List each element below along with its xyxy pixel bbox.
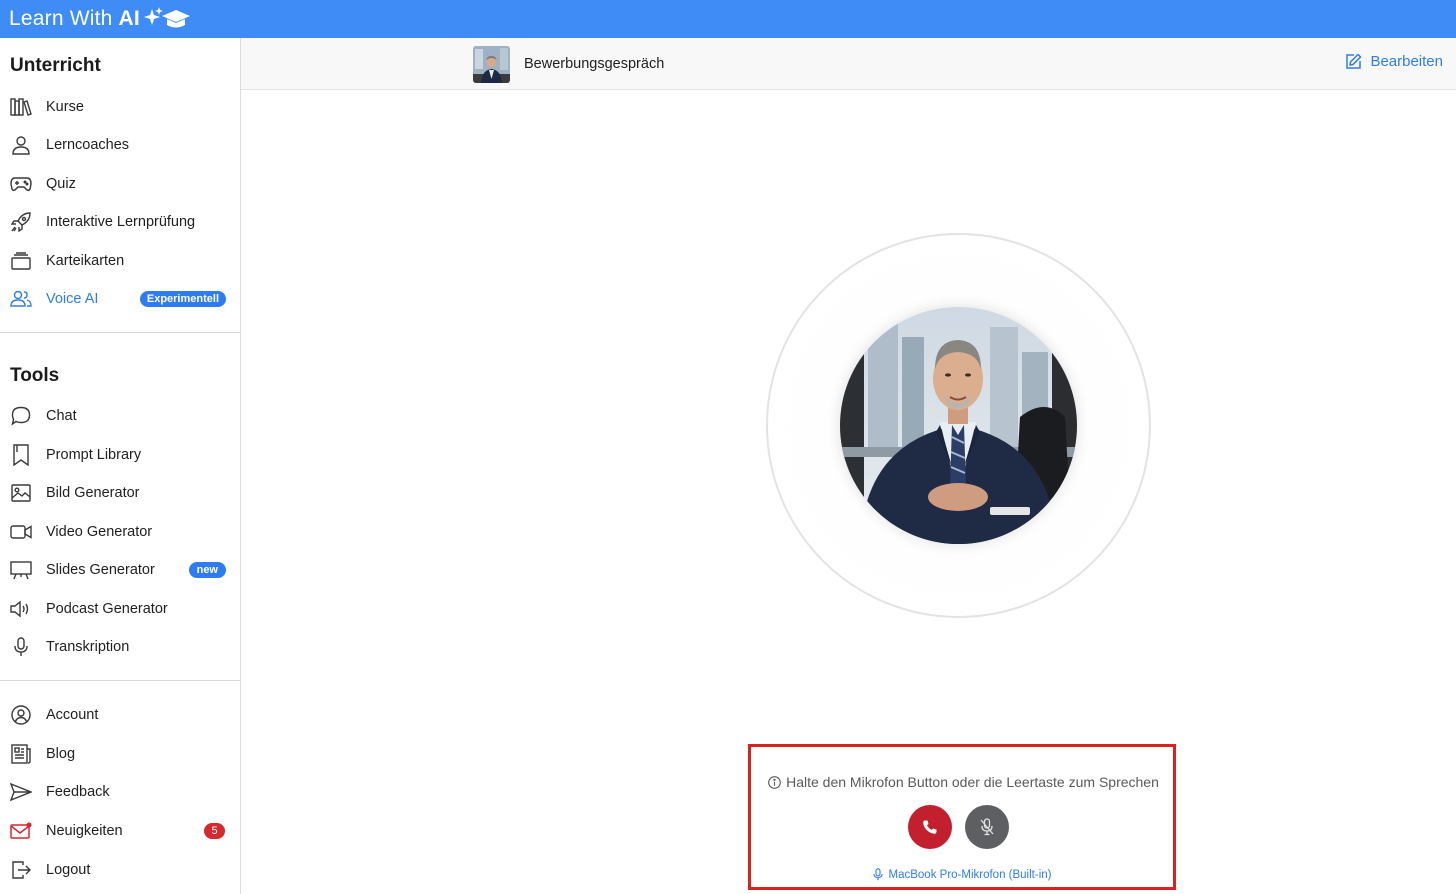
rocket-icon [10, 211, 32, 233]
sidebar-item-transkription[interactable]: Transkription [0, 630, 240, 664]
sidebar-item-voice-ai[interactable]: Voice AI Experimentell [0, 282, 240, 316]
image-icon [10, 482, 32, 504]
edit-icon [1346, 53, 1362, 69]
sidebar-item-label: Chat [46, 408, 77, 424]
info-icon [768, 775, 781, 789]
hang-up-button[interactable] [908, 805, 952, 849]
gamepad-icon [10, 173, 32, 195]
sidebar-item-label: Quiz [46, 176, 76, 192]
conversation-header: Bewerbungsgespräch Bearbeiten [241, 38, 1456, 90]
sidebar-item-bild-generator[interactable]: Bild Generator [0, 476, 240, 510]
sidebar-item-label: Lerncoaches [46, 137, 130, 153]
sidebar-divider [0, 332, 240, 333]
sidebar-item-quiz[interactable]: Quiz [0, 167, 240, 201]
new-badge: new [188, 562, 226, 578]
section-title-tools: Tools [10, 365, 60, 386]
sidebar-item-feedback[interactable]: Feedback [0, 775, 240, 809]
edit-button-label: Bearbeiten [1370, 53, 1443, 70]
sidebar-item-video-generator[interactable]: Video Generator [0, 515, 240, 549]
sidebar: Unterricht Kurse Lerncoaches Quiz Intera… [0, 38, 241, 894]
experimental-badge: Experimentell [139, 291, 226, 307]
cards-icon [10, 250, 32, 272]
top-bar: Learn With AI [0, 0, 1456, 38]
conversation-title: Bewerbungsgespräch [524, 56, 665, 72]
sidebar-item-slides-generator[interactable]: Slides Generator new [0, 553, 240, 587]
person-icon [10, 134, 32, 156]
sidebar-item-label: Prompt Library [46, 447, 142, 463]
chat-bubble-icon [10, 405, 32, 427]
notification-count-badge: 5 [204, 823, 225, 839]
books-icon [10, 96, 32, 118]
sidebar-item-chat[interactable]: Chat [0, 399, 240, 433]
microphone-icon [872, 868, 883, 881]
section-title-teaching: Unterricht [10, 55, 101, 76]
sidebar-item-karteikarten[interactable]: Karteikarten [0, 244, 240, 278]
microphone-device-label: MacBook Pro-Mikrofon (Built-in) [888, 868, 1052, 881]
logo-text-bold: AI [118, 7, 140, 30]
sidebar-item-interaktive-lernpruefung[interactable]: Interaktive Lernprüfung [0, 205, 240, 239]
app-logo[interactable]: Learn With AI [9, 5, 190, 33]
user-circle-icon [10, 704, 32, 726]
sidebar-item-blog[interactable]: Blog [0, 737, 240, 771]
sidebar-item-label: Feedback [46, 784, 110, 800]
sidebar-item-label: Blog [46, 746, 76, 762]
sidebar-item-label: Slides Generator [46, 562, 155, 578]
phone-icon [923, 820, 937, 834]
edit-button[interactable]: Bearbeiten [1345, 53, 1443, 70]
coach-avatar [840, 307, 1077, 544]
presentation-icon [10, 559, 32, 581]
microphone-device-selector[interactable]: MacBook Pro-Mikrofon (Built-in) [751, 868, 1173, 881]
coach-thumbnail [473, 46, 510, 83]
users-icon [10, 288, 32, 310]
sidebar-item-logout[interactable]: Logout [0, 853, 240, 887]
speaker-icon [10, 598, 32, 620]
sidebar-item-label: Voice AI [46, 291, 99, 307]
microphone-button[interactable] [965, 805, 1009, 849]
sidebar-item-label: Podcast Generator [46, 601, 168, 617]
sidebar-item-label: Bild Generator [46, 485, 140, 501]
mail-icon [10, 820, 32, 842]
sidebar-item-label: Neuigkeiten [46, 823, 123, 839]
speaking-hint-text: Halte den Mikrofon Button oder die Leert… [786, 774, 1159, 790]
bookmark-icon [10, 444, 32, 466]
sidebar-item-label: Logout [46, 862, 91, 878]
video-camera-icon [10, 521, 32, 543]
sidebar-item-prompt-library[interactable]: Prompt Library [0, 438, 240, 472]
graduation-sparkle-icon [143, 7, 190, 28]
logout-icon [10, 859, 32, 881]
sidebar-item-label: Video Generator [46, 524, 153, 540]
sidebar-item-lerncoaches[interactable]: Lerncoaches [0, 128, 240, 162]
sidebar-item-kurse[interactable]: Kurse [0, 90, 240, 124]
sidebar-item-label: Transkription [46, 639, 130, 655]
sidebar-item-label: Kurse [46, 99, 84, 115]
send-icon [10, 781, 32, 803]
sidebar-item-neuigkeiten[interactable]: Neuigkeiten 5 [0, 814, 240, 848]
sidebar-item-account[interactable]: Account [0, 698, 240, 732]
sidebar-item-label: Account [46, 707, 99, 723]
sidebar-item-label: Interaktive Lernprüfung [46, 214, 196, 230]
sidebar-item-label: Karteikarten [46, 253, 125, 269]
microphone-icon [10, 636, 32, 658]
newspaper-icon [10, 743, 32, 765]
call-controls-panel: Halte den Mikrofon Button oder die Leert… [748, 744, 1176, 890]
logo-text: Learn With [9, 7, 113, 30]
sidebar-divider [0, 680, 240, 681]
microphone-muted-icon [980, 818, 994, 836]
speaking-hint: Halte den Mikrofon Button oder die Leert… [761, 774, 1166, 790]
sidebar-item-podcast-generator[interactable]: Podcast Generator [0, 592, 240, 626]
